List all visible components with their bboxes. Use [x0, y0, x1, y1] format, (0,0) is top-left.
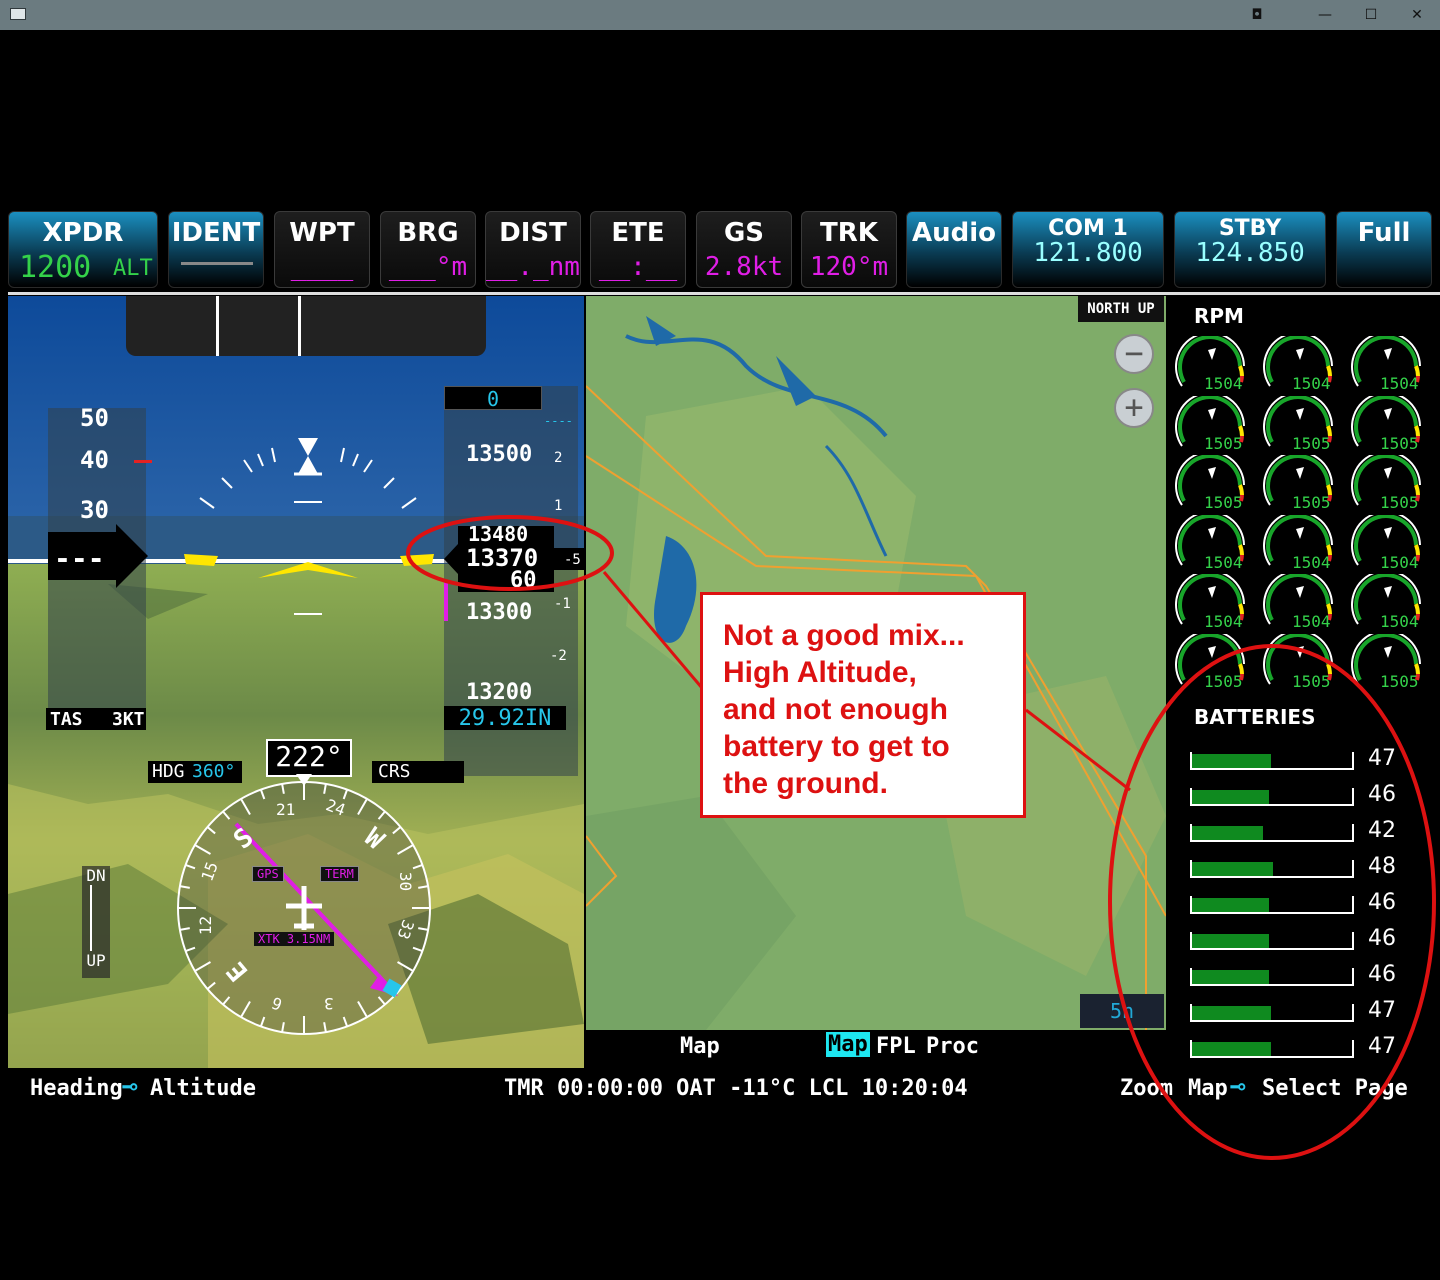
annotation-callout: Not a good mix... High Altitude, and not…	[700, 592, 1026, 818]
callout-line-1: Not a good mix...	[723, 619, 965, 652]
callout-line-5: the ground.	[723, 767, 888, 800]
callout-line-3: and not enough	[723, 693, 948, 726]
callout-line-4: battery to get to	[723, 730, 950, 763]
callout-line-2: High Altitude,	[723, 656, 917, 689]
